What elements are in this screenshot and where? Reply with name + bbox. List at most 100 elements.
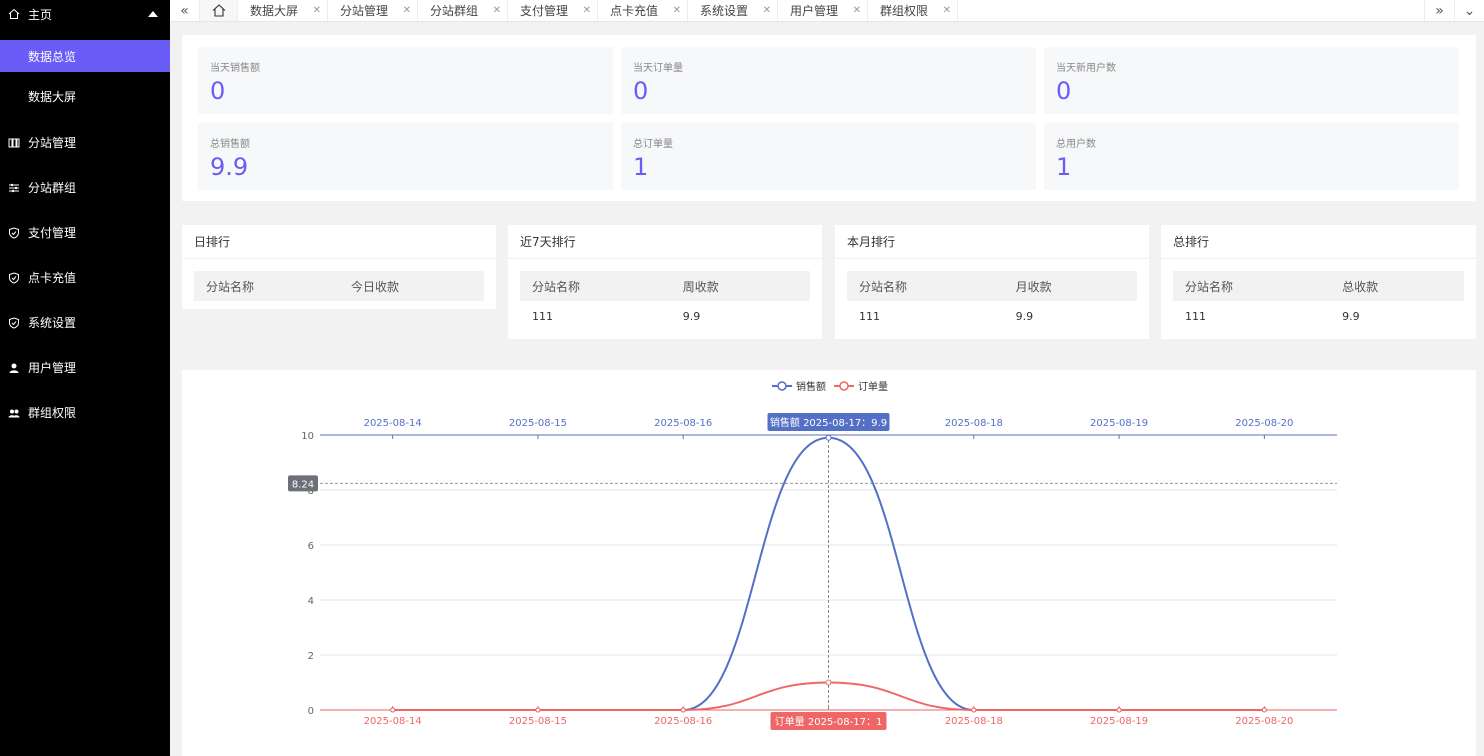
bottom-x-tick-label: 2025-08-20 xyxy=(1235,716,1293,727)
close-icon[interactable]: ✕ xyxy=(403,5,411,16)
sales-point xyxy=(825,434,832,441)
sidebar-item-users[interactable]: 用户管理 xyxy=(0,345,170,390)
home-icon xyxy=(8,8,20,20)
y-tick-label: 10 xyxy=(301,431,314,442)
tab-home[interactable] xyxy=(200,0,238,21)
sidebar-item-groups[interactable]: 分站群组 xyxy=(0,165,170,210)
orders-point xyxy=(971,707,977,713)
top-x-tick-label: 2025-08-18 xyxy=(945,418,1003,429)
sidebar-sub-overview[interactable]: 数据总览 xyxy=(0,40,170,72)
stat-value: 1 xyxy=(633,153,649,181)
tab-label: 系统设置 xyxy=(700,4,749,18)
sidebar-sub-label: 数据总览 xyxy=(28,49,77,64)
close-icon[interactable]: ✕ xyxy=(493,5,501,16)
orders-point xyxy=(1116,707,1122,713)
tab-label: 数据大屏 xyxy=(250,4,299,18)
card-title: 本月排行 xyxy=(835,225,1149,259)
sidebar-item-substations[interactable]: 分站管理 xyxy=(0,120,170,165)
bottom-x-tick-label: 2025-08-19 xyxy=(1090,716,1148,727)
tabs-scroll-right-icon[interactable]: » xyxy=(1424,0,1454,21)
stat-value: 0 xyxy=(210,77,226,105)
tab-label: 用户管理 xyxy=(790,4,839,18)
top-x-tick-label: 2025-08-20 xyxy=(1235,418,1293,429)
legend-sales-label: 销售额 xyxy=(796,380,826,393)
sidebar-item-payment[interactable]: 支付管理 xyxy=(0,210,170,255)
stat-value: 1 xyxy=(1056,153,1072,181)
stat-label: 当天销售额 xyxy=(210,63,260,74)
sidebar-item-settings[interactable]: 系统设置 xyxy=(0,300,170,345)
users-icon xyxy=(8,407,20,419)
legend-orders-marker xyxy=(839,381,849,391)
table-cell: 9.9 xyxy=(682,309,701,323)
stat-total-orders: 总订单量 1 xyxy=(621,123,1036,190)
top-x-tick-label: 2025-08-16 xyxy=(654,418,712,429)
sidebar-item-label: 用户管理 xyxy=(28,361,77,375)
table-row: 111 9.9 xyxy=(847,301,1137,331)
close-icon[interactable]: ✕ xyxy=(583,5,591,16)
tab-label: 分站群组 xyxy=(430,4,479,18)
stat-value: 9.9 xyxy=(210,153,249,181)
stat-value: 0 xyxy=(1056,77,1072,105)
shield-icon xyxy=(8,316,20,329)
sidebar-home[interactable]: 主页 xyxy=(0,0,170,28)
caret-up-icon[interactable] xyxy=(148,11,158,17)
stat-today-orders: 当天订单量 0 xyxy=(621,47,1036,114)
sales-orders-chart[interactable]: 02468102025-08-142025-08-142025-08-15202… xyxy=(182,370,1476,756)
tab-item[interactable]: 分站管理 ✕ xyxy=(328,0,418,21)
stat-total-users: 总用户数 1 xyxy=(1044,123,1459,190)
column-header: 月收款 xyxy=(1003,271,1137,301)
close-icon[interactable]: ✕ xyxy=(943,5,951,16)
chevron-down-icon[interactable]: ⌄ xyxy=(1454,0,1484,21)
ranking-table: 分站名称 总收款 111 9.9 xyxy=(1173,271,1464,331)
tab-item[interactable]: 用户管理 ✕ xyxy=(778,0,868,21)
stat-today-sales: 当天销售额 0 xyxy=(198,47,613,114)
sidebar-sub-bigscreen[interactable]: 数据大屏 xyxy=(0,80,170,112)
tab-item[interactable]: 系统设置 ✕ xyxy=(688,0,778,21)
card-title: 总排行 xyxy=(1161,225,1476,259)
tab-label: 分站管理 xyxy=(340,4,389,18)
column-header: 分站名称 xyxy=(1173,271,1331,301)
card-title: 日排行 xyxy=(182,225,496,259)
close-icon[interactable]: ✕ xyxy=(313,5,321,16)
tab-item[interactable]: 分站群组 ✕ xyxy=(418,0,508,21)
tabs-scroll-left-icon[interactable]: « xyxy=(170,0,200,21)
sliders-icon xyxy=(8,182,20,194)
y-tick-label: 2 xyxy=(308,651,314,662)
column-header: 分站名称 xyxy=(194,271,339,301)
stat-value: 0 xyxy=(633,77,649,105)
sidebar-item-recharge[interactable]: 点卡充值 xyxy=(0,255,170,300)
table-row: 111 9.9 xyxy=(1173,301,1464,331)
top-x-tick-label: 2025-08-15 xyxy=(509,418,567,429)
tab-item[interactable]: 数据大屏 ✕ xyxy=(238,0,328,21)
user-icon xyxy=(8,362,20,374)
sidebar-item-label: 分站群组 xyxy=(28,181,77,195)
table-cell: 9.9 xyxy=(1342,309,1360,323)
table-cell: 111 xyxy=(1185,309,1206,323)
top-x-tick-label: 2025-08-19 xyxy=(1090,418,1148,429)
column-header: 总收款 xyxy=(1330,271,1464,301)
table-cell: 9.9 xyxy=(1015,309,1034,323)
close-icon[interactable]: ✕ xyxy=(673,5,681,16)
stats-panel: 当天销售额 0 当天订单量 0 当天新用户数 0 总销售额 9.9 总订单量 1 总用户数… xyxy=(182,35,1476,201)
ranking-card-monthly: 本月排行 分站名称 月收款 111 9.9 xyxy=(835,225,1149,339)
close-icon[interactable]: ✕ xyxy=(853,5,861,16)
bottom-x-tick-label: 2025-08-15 xyxy=(509,716,567,727)
bottom-x-tick-label: 2025-08-18 xyxy=(945,716,1003,727)
y-pointer-label: 8.24 xyxy=(292,479,314,490)
table-cell: 111 xyxy=(859,309,880,323)
bottom-x-tick-label: 2025-08-16 xyxy=(654,716,712,727)
tab-item[interactable]: 支付管理 ✕ xyxy=(508,0,598,21)
tab-item[interactable]: 点卡充值 ✕ xyxy=(598,0,688,21)
top-x-tick-label: 2025-08-14 xyxy=(364,418,422,429)
close-icon[interactable]: ✕ xyxy=(763,5,771,16)
orders-point xyxy=(1261,707,1267,713)
sidebar-item-permissions[interactable]: 群组权限 xyxy=(0,390,170,435)
orders-tooltip-label: 订单量 2025-08-17：1 xyxy=(775,716,883,728)
stat-total-sales: 总销售额 9.9 xyxy=(198,123,613,190)
tab-item[interactable]: 群组权限 ✕ xyxy=(868,0,958,21)
orders-point xyxy=(535,707,541,713)
tab-label: 群组权限 xyxy=(880,4,929,18)
home-icon xyxy=(212,4,225,17)
ranking-card-total: 总排行 分站名称 总收款 111 9.9 xyxy=(1161,225,1476,339)
tab-label: 点卡充值 xyxy=(610,4,659,18)
